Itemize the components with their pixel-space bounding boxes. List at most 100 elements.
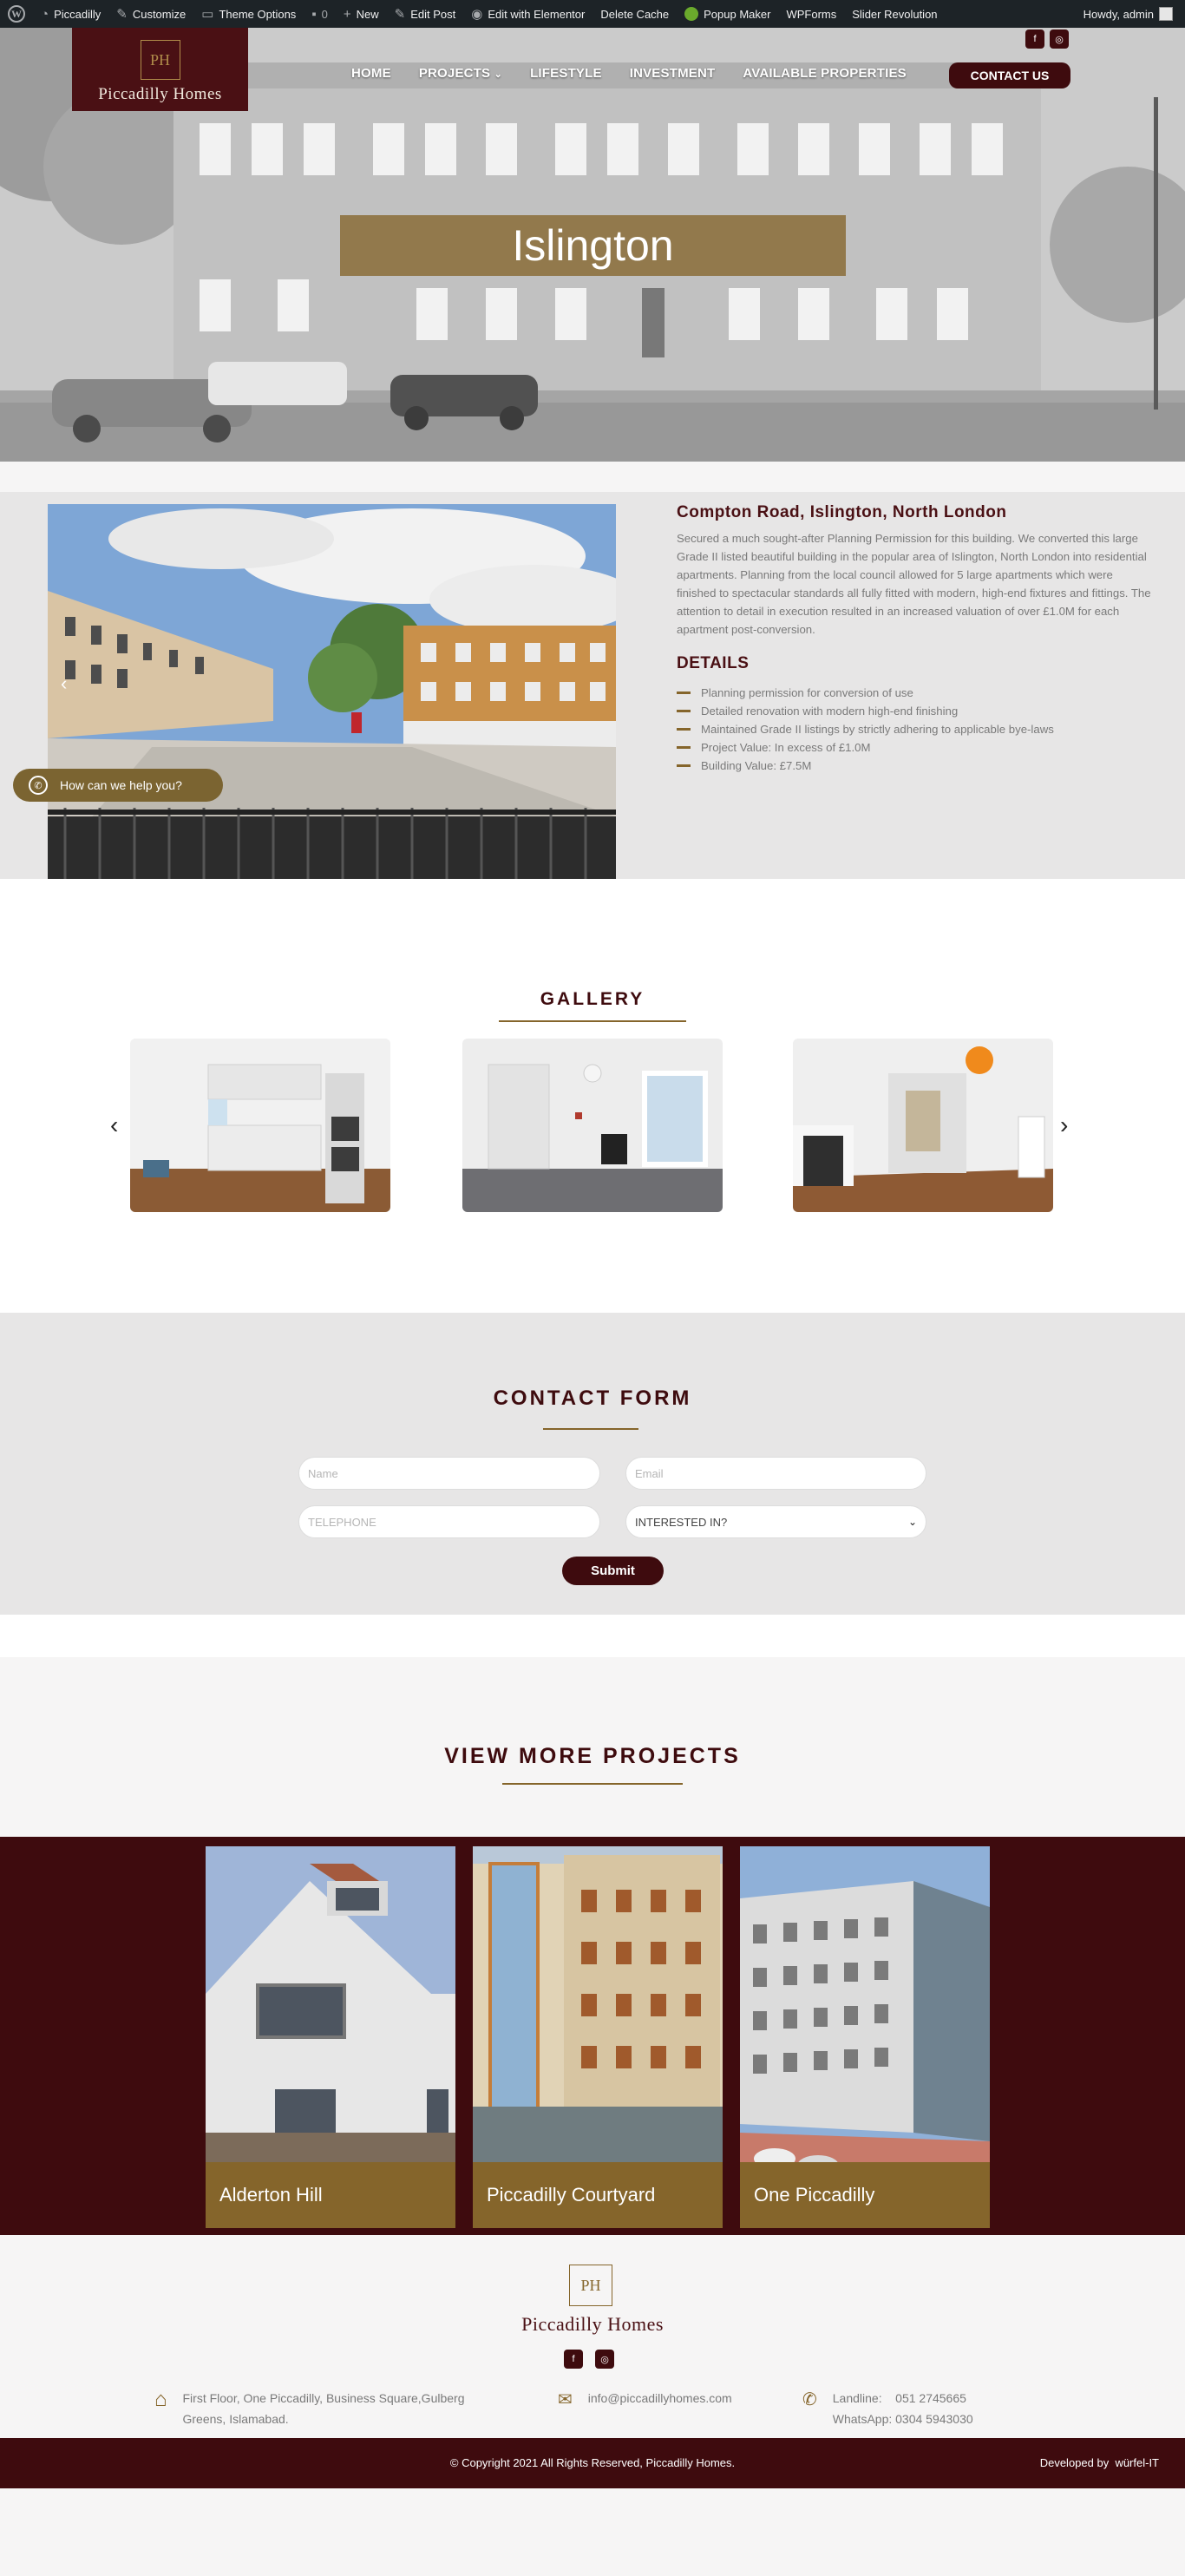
nav-investment[interactable]: INVESTMENT [630, 66, 716, 81]
email-placeholder: Email [635, 1466, 664, 1480]
section-spacer [0, 1615, 1185, 1657]
developer-label: Developed by [1039, 2456, 1110, 2469]
facebook-icon[interactable]: f [1025, 29, 1044, 49]
customize-label: Customize [132, 7, 187, 21]
gallery-image-fireplace-room[interactable] [793, 1039, 1053, 1212]
project-info: Compton Road, Islington, North London Se… [677, 503, 1154, 639]
gallery-underline [499, 1020, 686, 1022]
facebook-icon[interactable]: f [564, 2350, 583, 2369]
edit-post-link[interactable]: ✎ Edit Post [387, 0, 464, 28]
landline-row: Landline: 051 2745665 [833, 2388, 973, 2409]
developer-credit: Developed by würfel-IT [1040, 2456, 1159, 2469]
details-item-text: Planning permission for conversion of us… [701, 686, 913, 699]
address-line-1: First Floor, One Piccadilly, Business Sq… [182, 2391, 465, 2405]
slider-revolution-label: Slider Revolution [852, 7, 938, 21]
landline-number[interactable]: 051 2745665 [895, 2391, 966, 2405]
submit-button[interactable]: Submit [562, 1557, 664, 1585]
nav-projects[interactable]: PROJECTS ⌄ [419, 66, 502, 81]
avatar [1159, 7, 1173, 21]
street-photo-image [48, 504, 616, 879]
details-item: Planning permission for conversion of us… [677, 684, 1054, 702]
wpforms-link[interactable]: WPForms [778, 0, 844, 28]
details-item: Maintained Grade II listings by strictly… [677, 720, 1054, 738]
customize-link[interactable]: ✎ Customize [108, 0, 193, 28]
developer-link[interactable]: würfel-IT [1115, 2456, 1159, 2469]
gallery-heading: GALLERY [540, 989, 645, 1009]
comment-icon: ▪ [311, 6, 317, 22]
wpforms-label: WPForms [786, 7, 837, 21]
delete-cache-label: Delete Cache [600, 7, 670, 21]
chevron-down-icon: ⌄ [907, 1516, 917, 1528]
wordpress-logo-button[interactable]: W [0, 0, 33, 28]
telephone-field[interactable]: TELEPHONE [298, 1505, 600, 1538]
name-placeholder: Name [308, 1466, 338, 1480]
page-bottom-space [0, 2488, 1185, 2576]
site-logo[interactable]: PH Piccadilly Homes [72, 28, 248, 111]
contact-form-heading: CONTACT FORM [493, 1386, 692, 1410]
kitchen-photo [130, 1039, 390, 1212]
footer-logo-monogram[interactable]: PH [569, 2265, 612, 2306]
details-heading: DETAILS [677, 654, 750, 672]
new-content-link[interactable]: + New [336, 0, 387, 28]
email-link[interactable]: info@piccadillyhomes.com [588, 2388, 732, 2412]
nav-available-properties[interactable]: AVAILABLE PROPERTIES [743, 66, 906, 81]
footer-phone: ✆ Landline: 051 2745665 WhatsApp: 0304 5… [802, 2388, 973, 2429]
whatsapp-number[interactable]: WhatsApp: 0304 5943030 [833, 2409, 973, 2429]
landline-label: Landline: [832, 2391, 882, 2405]
edit-elementor-link[interactable]: ◉ Edit with Elementor [463, 0, 592, 28]
home-icon: ⌂ [154, 2388, 167, 2411]
delete-cache-link[interactable]: Delete Cache [592, 0, 677, 28]
comments-link[interactable]: ▪ 0 [304, 0, 336, 28]
popup-maker-link[interactable]: Popup Maker [677, 0, 778, 28]
footer-logo-wordmark: Piccadilly Homes [521, 2313, 664, 2335]
chevron-right-icon[interactable]: › [1060, 1111, 1068, 1139]
project-title: Compton Road, Islington, North London [677, 503, 1007, 521]
theme-options-label: Theme Options [219, 7, 297, 21]
popup-maker-label: Popup Maker [704, 7, 771, 21]
address-text: First Floor, One Piccadilly, Business Sq… [183, 2388, 465, 2429]
envelope-icon: ✉ [558, 2390, 573, 2409]
greeting-label: Howdy, admin [1083, 7, 1154, 21]
details-item-text: Project Value: In excess of £1.0M [701, 741, 871, 754]
interested-in-value: INTERESTED IN? [635, 1515, 728, 1529]
footer-email: ✉ info@piccadillyhomes.com [558, 2388, 732, 2412]
whatsapp-label: How can we help you? [60, 778, 182, 792]
dash-icon [677, 728, 691, 731]
details-item: Detailed renovation with modern high-end… [677, 702, 1054, 720]
gallery-image-living-room[interactable] [462, 1039, 723, 1212]
card-caption: Alderton Hill [206, 2162, 455, 2228]
copyright-text: © Copyright 2021 All Rights Reserved, Pi… [449, 2456, 736, 2469]
nav-lifestyle[interactable]: LIFESTYLE [530, 66, 602, 81]
edit-elementor-label: Edit with Elementor [488, 7, 586, 21]
elementor-icon: ◉ [471, 6, 483, 22]
chevron-left-icon[interactable]: ‹ [110, 1111, 118, 1139]
details-list: Planning permission for conversion of us… [677, 684, 1054, 775]
account-menu[interactable]: Howdy, admin [1084, 7, 1185, 21]
site-name-link[interactable]: ◔ Piccadilly [33, 0, 108, 28]
instagram-icon[interactable]: ◎ [595, 2350, 614, 2369]
gallery-image-kitchen[interactable] [130, 1039, 390, 1212]
instagram-icon[interactable]: ◎ [1050, 29, 1069, 49]
chevron-down-icon: ⌄ [494, 69, 503, 80]
project-card-piccadilly-courtyard[interactable]: Piccadilly Courtyard [473, 1846, 723, 2228]
project-slider-prev-icon[interactable]: ‹ [61, 672, 67, 695]
slider-revolution-link[interactable]: Slider Revolution [844, 0, 945, 28]
folder-icon: ▭ [201, 6, 214, 22]
brush-icon: ✎ [116, 6, 128, 22]
contact-us-button[interactable]: CONTACT US [949, 62, 1070, 88]
project-card-one-piccadilly[interactable]: One Piccadilly [740, 1846, 990, 2228]
nav-home[interactable]: HOME [351, 66, 391, 81]
interested-in-select[interactable]: INTERESTED IN? ⌄ [625, 1505, 926, 1538]
fireplace-room-photo [793, 1039, 1053, 1212]
name-field[interactable]: Name [298, 1457, 600, 1490]
dash-icon [677, 692, 691, 694]
email-field[interactable]: Email [625, 1457, 926, 1490]
contact-form-underline [543, 1428, 638, 1430]
project-card-alderton-hill[interactable]: Alderton Hill [206, 1846, 455, 2228]
site-name-label: Piccadilly [54, 7, 101, 21]
whatsapp-chat-button[interactable]: ✆ How can we help you? [13, 769, 223, 802]
details-item-text: Maintained Grade II listings by strictly… [701, 723, 1054, 736]
theme-options-link[interactable]: ▭ Theme Options [193, 0, 304, 28]
telephone-placeholder: TELEPHONE [308, 1515, 376, 1529]
dashboard-icon: ◔ [41, 6, 49, 22]
